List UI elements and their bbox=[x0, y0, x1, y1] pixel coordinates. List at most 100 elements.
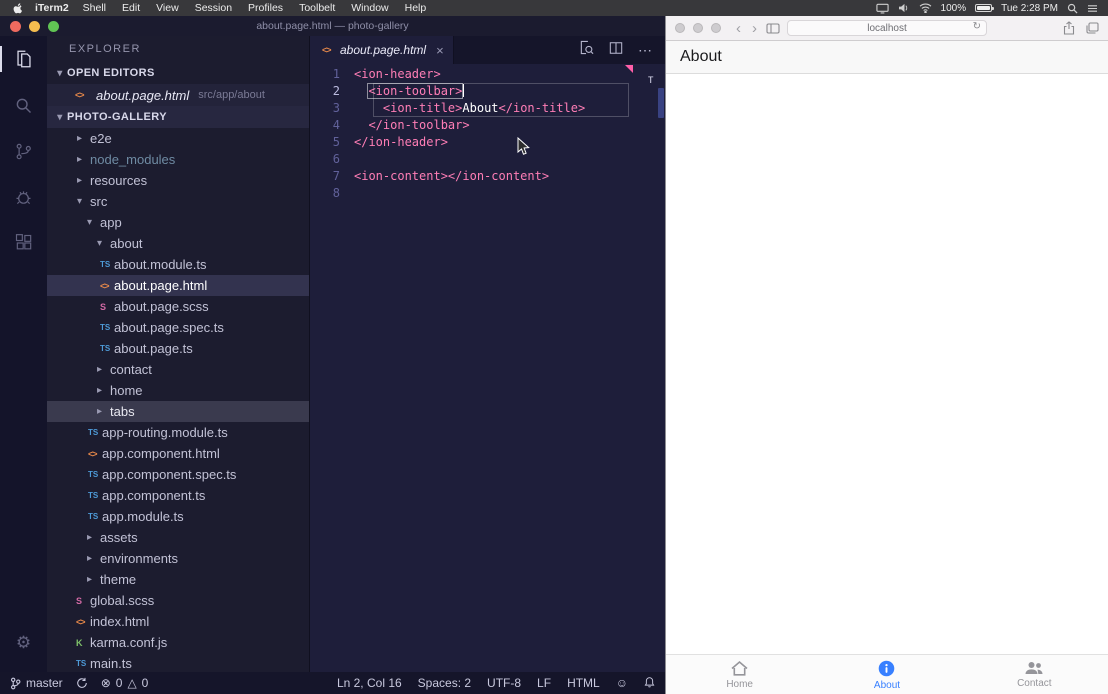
menu-toolbelt[interactable]: Toolbelt bbox=[291, 2, 343, 14]
ts-file-icon: TS bbox=[88, 470, 102, 479]
menu-profiles[interactable]: Profiles bbox=[240, 2, 291, 14]
tree-item-label: app.module.ts bbox=[102, 509, 184, 524]
open-preview-icon[interactable] bbox=[579, 40, 594, 60]
notification-center-icon[interactable] bbox=[1087, 4, 1098, 13]
problems-status[interactable]: ⊗ 0 △ 0 bbox=[101, 676, 149, 690]
code-line[interactable]: 1<ion-header> bbox=[310, 66, 665, 83]
tree-item-about.page.spec.ts[interactable]: TSabout.page.spec.ts bbox=[47, 317, 309, 338]
tree-item-index.html[interactable]: <>index.html bbox=[47, 611, 309, 632]
search-icon[interactable] bbox=[0, 82, 47, 128]
tree-item-app.component.ts[interactable]: TSapp.component.ts bbox=[47, 485, 309, 506]
settings-gear-icon[interactable]: ⚙ bbox=[0, 620, 47, 666]
tree-item-app-routing.module.ts[interactable]: TSapp-routing.module.ts bbox=[47, 422, 309, 443]
encoding[interactable]: UTF-8 bbox=[487, 676, 521, 690]
tree-item-app.component.spec.ts[interactable]: TSapp.component.spec.ts bbox=[47, 464, 309, 485]
zoom-window-button[interactable] bbox=[711, 23, 721, 33]
branch-status[interactable]: master bbox=[10, 676, 63, 690]
tree-item-app.module.ts[interactable]: TSapp.module.ts bbox=[47, 506, 309, 527]
display-icon[interactable] bbox=[876, 3, 889, 14]
minimize-window-button[interactable] bbox=[693, 23, 703, 33]
address-bar[interactable]: localhost ↻ bbox=[787, 20, 987, 36]
code-line[interactable]: 3 <ion-title>About</ion-title> bbox=[310, 100, 665, 117]
open-editors-section[interactable]: ▾ OPEN EDITORS bbox=[47, 62, 309, 84]
close-window-button[interactable] bbox=[10, 21, 21, 32]
menubar-clock[interactable]: Tue 2:28 PM bbox=[1001, 3, 1058, 14]
menu-window[interactable]: Window bbox=[343, 2, 396, 14]
menu-edit[interactable]: Edit bbox=[114, 2, 148, 14]
tree-item-contact[interactable]: ▸contact bbox=[47, 359, 309, 380]
source-control-icon[interactable] bbox=[0, 128, 47, 174]
code-line[interactable]: 2 <ion-toolbar> bbox=[310, 83, 665, 100]
scrollbar-thumb[interactable] bbox=[658, 88, 664, 118]
editor-tab-about-page-html[interactable]: <> about.page.html × bbox=[310, 36, 454, 64]
tabs-overview-icon[interactable] bbox=[1086, 22, 1099, 34]
zoom-window-button[interactable] bbox=[48, 21, 59, 32]
notifications-bell-icon[interactable] bbox=[644, 676, 655, 691]
tree-item-about.page.scss[interactable]: Sabout.page.scss bbox=[47, 296, 309, 317]
tree-item-app[interactable]: ▾app bbox=[47, 212, 309, 233]
tree-item-resources[interactable]: ▸resources bbox=[47, 170, 309, 191]
explorer-sidebar: EXPLORER ▾ OPEN EDITORS <> about.page.ht… bbox=[47, 36, 310, 672]
vscode-titlebar[interactable]: about.page.html — photo-gallery bbox=[0, 16, 665, 36]
menubar-app-name[interactable]: iTerm2 bbox=[29, 2, 75, 14]
cursor-position[interactable]: Ln 2, Col 16 bbox=[337, 676, 402, 690]
tree-item-global.scss[interactable]: Sglobal.scss bbox=[47, 590, 309, 611]
tree-item-tabs[interactable]: ▸tabs bbox=[47, 401, 309, 422]
code-line[interactable]: 7<ion-content></ion-content> bbox=[310, 168, 665, 185]
tree-item-about.module.ts[interactable]: TSabout.module.ts bbox=[47, 254, 309, 275]
tree-item-src[interactable]: ▾src bbox=[47, 191, 309, 212]
extensions-icon[interactable] bbox=[0, 220, 47, 266]
tree-item-home[interactable]: ▸home bbox=[47, 380, 309, 401]
tree-item-node_modules[interactable]: ▸node_modules bbox=[47, 149, 309, 170]
apple-icon[interactable] bbox=[12, 2, 23, 15]
tree-item-main.ts[interactable]: TSmain.ts bbox=[47, 653, 309, 672]
more-actions-icon[interactable]: ⋯ bbox=[638, 42, 653, 59]
eol-indicator[interactable]: LF bbox=[537, 676, 551, 690]
tree-item-theme[interactable]: ▸theme bbox=[47, 569, 309, 590]
code-line[interactable]: 4 </ion-toolbar> bbox=[310, 117, 665, 134]
spotlight-icon[interactable] bbox=[1067, 3, 1078, 14]
code-editor[interactable]: 1<ion-header>2 <ion-toolbar>3 <ion-title… bbox=[310, 64, 665, 672]
menu-view[interactable]: View bbox=[148, 2, 187, 14]
tab-about[interactable]: About bbox=[813, 655, 960, 694]
code-lines: 1<ion-header>2 <ion-toolbar>3 <ion-title… bbox=[310, 64, 665, 202]
explorer-icon[interactable] bbox=[0, 36, 47, 82]
sidebar-toggle-icon[interactable] bbox=[766, 23, 780, 34]
reload-icon[interactable]: ↻ bbox=[973, 21, 981, 32]
close-tab-icon[interactable]: × bbox=[436, 43, 444, 58]
explorer-title: EXPLORER bbox=[47, 36, 309, 62]
code-line[interactable]: 8 bbox=[310, 185, 665, 202]
tree-item-karma.conf.js[interactable]: Kkarma.conf.js bbox=[47, 632, 309, 653]
tree-item-e2e[interactable]: ▸e2e bbox=[47, 128, 309, 149]
wifi-icon[interactable] bbox=[919, 3, 932, 13]
split-editor-icon[interactable] bbox=[609, 41, 623, 60]
line-text: </ion-toolbar> bbox=[354, 117, 470, 134]
project-section[interactable]: ▾ PHOTO-GALLERY bbox=[47, 106, 309, 128]
open-editor-item[interactable]: <> about.page.html src/app/about bbox=[47, 84, 309, 106]
tree-item-about.page.ts[interactable]: TSabout.page.ts bbox=[47, 338, 309, 359]
minimize-window-button[interactable] bbox=[29, 21, 40, 32]
indentation[interactable]: Spaces: 2 bbox=[418, 676, 471, 690]
forward-button[interactable]: › bbox=[750, 21, 759, 36]
tree-item-about[interactable]: ▾about bbox=[47, 233, 309, 254]
menu-help[interactable]: Help bbox=[397, 2, 435, 14]
volume-icon[interactable] bbox=[898, 3, 910, 13]
sync-status[interactable] bbox=[76, 677, 88, 689]
back-button[interactable]: ‹ bbox=[734, 21, 743, 36]
menu-session[interactable]: Session bbox=[187, 2, 240, 14]
debug-icon[interactable] bbox=[0, 174, 47, 220]
tree-item-app.component.html[interactable]: <>app.component.html bbox=[47, 443, 309, 464]
tree-item-about.page.html[interactable]: <>about.page.html bbox=[47, 275, 309, 296]
tab-contact[interactable]: Contact bbox=[961, 655, 1108, 694]
share-icon[interactable] bbox=[1063, 21, 1075, 35]
tree-item-environments[interactable]: ▸environments bbox=[47, 548, 309, 569]
feedback-smiley-icon[interactable]: ☺ bbox=[616, 676, 628, 690]
close-window-button[interactable] bbox=[675, 23, 685, 33]
code-line[interactable]: 5</ion-header> bbox=[310, 134, 665, 151]
menu-shell[interactable]: Shell bbox=[75, 2, 114, 14]
tab-home[interactable]: Home bbox=[666, 655, 813, 694]
language-mode[interactable]: HTML bbox=[567, 676, 600, 690]
tree-item-label: about.module.ts bbox=[114, 257, 207, 272]
tree-item-assets[interactable]: ▸assets bbox=[47, 527, 309, 548]
code-line[interactable]: 6 bbox=[310, 151, 665, 168]
